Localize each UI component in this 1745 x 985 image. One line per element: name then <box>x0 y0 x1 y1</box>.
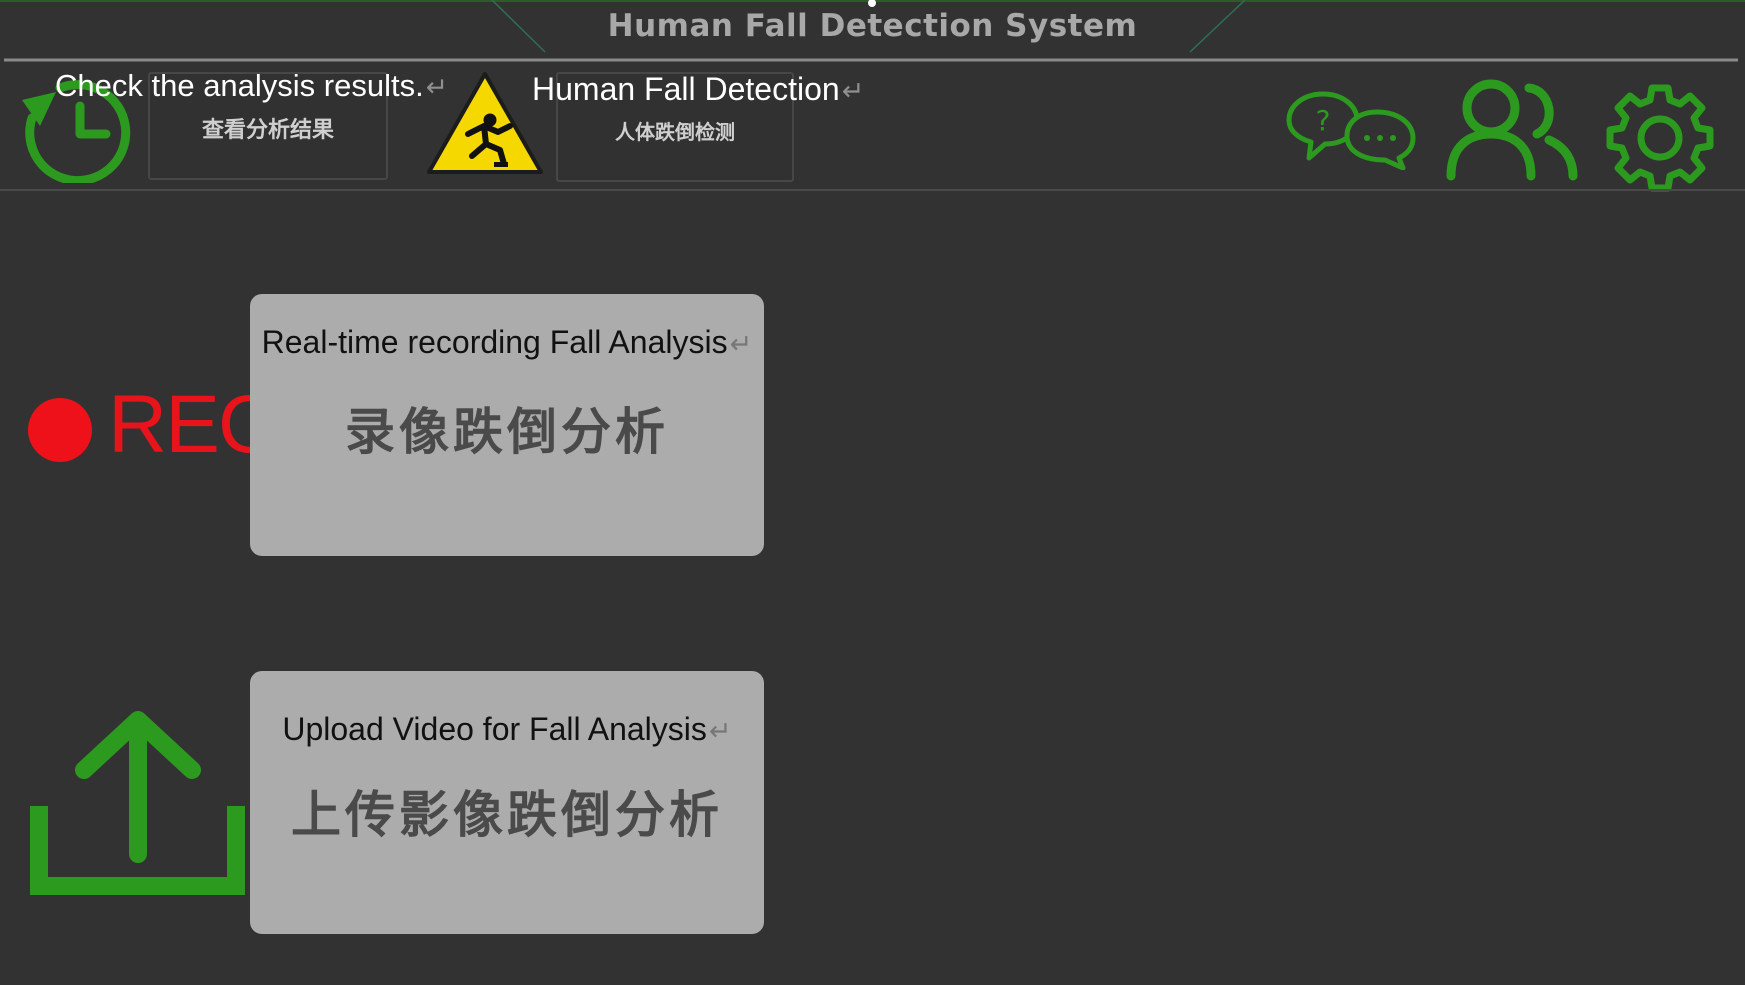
toolbar-divider <box>0 189 1745 191</box>
return-mark-icon: ↵ <box>729 328 753 359</box>
app-window: Human Fall Detection System 查看分析结果 Check… <box>0 0 1745 985</box>
record-analysis-label-en: Real-time recording Fall Analysis↵ <box>261 324 753 360</box>
check-results-label-en: Check the analysis results.↵ <box>55 68 448 103</box>
title-bar: Human Fall Detection System <box>0 0 1745 62</box>
svg-text:?: ? <box>1316 104 1331 137</box>
settings-gear-icon[interactable] <box>1603 82 1718 194</box>
return-mark-icon: ↵ <box>841 75 865 106</box>
users-icon[interactable] <box>1445 78 1580 182</box>
upload-analysis-label-cn: 上传影像跌倒分析 <box>291 786 723 844</box>
upload-analysis-button[interactable]: Upload Video for Fall Analysis↵ 上传影像跌倒分析 <box>250 671 764 934</box>
fall-warning-icon[interactable] <box>424 68 546 180</box>
upload-analysis-label-en: Upload Video for Fall Analysis↵ <box>282 711 732 747</box>
record-analysis-label-cn: 录像跌倒分析 <box>345 403 669 461</box>
fall-detection-label-en: Human Fall Detection↵ <box>532 71 865 107</box>
check-results-label-cn: 查看分析结果 <box>201 118 334 143</box>
record-dot-icon <box>28 398 92 462</box>
fall-detection-label-cn: 人体跌倒检测 <box>615 120 735 144</box>
app-title: Human Fall Detection System <box>607 8 1138 44</box>
record-analysis-button[interactable]: Real-time recording Fall Analysis↵ 录像跌倒分… <box>250 294 764 556</box>
upload-icon <box>30 711 245 895</box>
help-chat-icon[interactable]: ? <box>1285 88 1417 170</box>
return-mark-icon: ↵ <box>708 715 732 746</box>
